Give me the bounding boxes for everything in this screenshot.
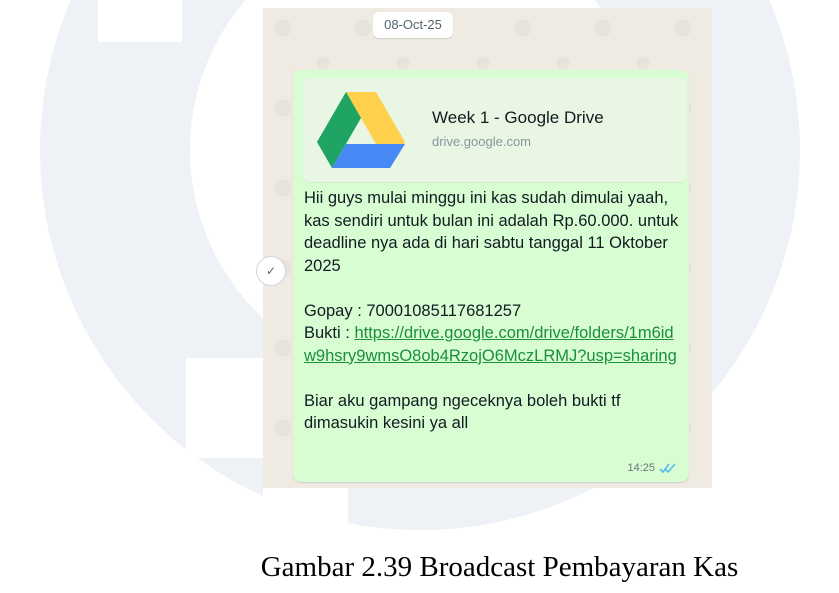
double-check-read-icon	[659, 463, 676, 474]
drive-link[interactable]: https://drive.google.com/drive/folders/1…	[304, 324, 677, 365]
link-preview-title: Week 1 - Google Drive	[432, 108, 604, 127]
message-line-closing: Biar aku gampang ngeceknya boleh bukti t…	[304, 391, 621, 433]
bukti-label: Bukti :	[304, 324, 355, 342]
watermark-block	[186, 358, 263, 458]
message-line-intro: Hii guys mulai minggu ini kas sudah dimu…	[304, 189, 679, 275]
message-line-gopay: Gopay : 70001085117681257	[304, 301, 522, 320]
watermark-block	[0, 95, 263, 265]
date-chip: 08-Oct-25	[373, 12, 453, 38]
figure-caption: Gambar 2.39 Broadcast Pembayaran Kas	[260, 551, 739, 583]
link-preview-domain: drive.google.com	[432, 134, 531, 149]
message-time: 14:25	[627, 462, 655, 474]
link-preview-card[interactable]: Week 1 - Google Drive drive.google.com	[303, 78, 687, 182]
chat-panel: 08-Oct-25 Week 1 - Google Drive drive.go…	[263, 8, 712, 488]
reaction-icon[interactable]: ✓	[256, 256, 286, 286]
message-bubble[interactable]: Week 1 - Google Drive drive.google.com H…	[293, 70, 689, 482]
google-drive-icon	[317, 92, 405, 168]
message-text: Hii guys mulai minggu ini kas sudah dimu…	[304, 187, 684, 435]
message-line-bukti: Bukti : https://drive.google.com/drive/f…	[304, 322, 684, 367]
watermark-block	[98, 0, 182, 42]
